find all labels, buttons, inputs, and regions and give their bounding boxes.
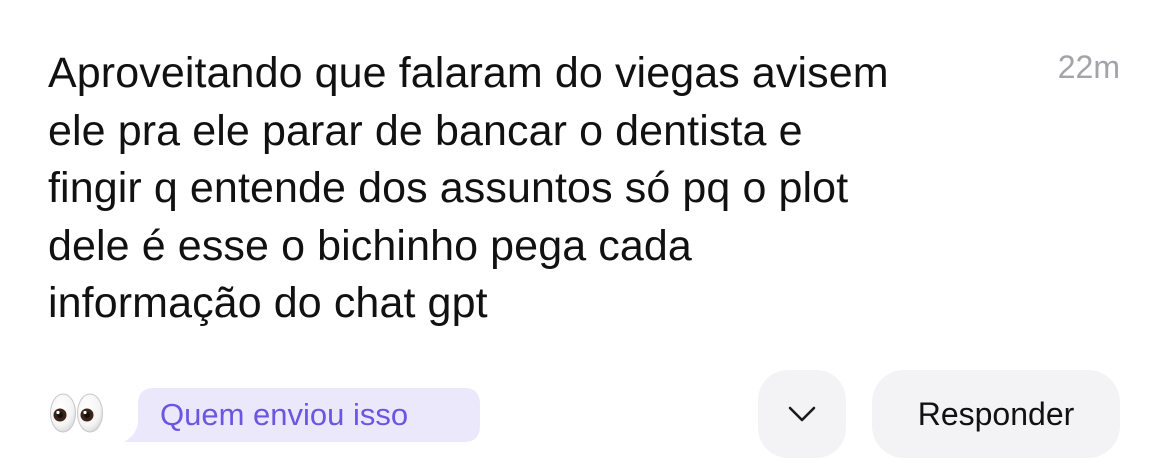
expand-button[interactable] [758,370,846,458]
reply-button[interactable]: Responder [872,370,1120,458]
eyes-emoji-icon [49,391,105,435]
chevron-down-icon [788,406,816,422]
message-text: Aproveitando que falaram do viegas avise… [48,45,998,333]
message-line: ele pra ele parar de bancar o dentista e [48,106,803,155]
message-line: fingir q entende dos assuntos só pq o pl… [48,164,849,212]
sender-tag-label: Quem enviou isso [160,397,409,432]
message-line: Aproveitando que falaram do viegas avise… [48,49,889,97]
message-line: informação do chat gpt [48,279,488,327]
message-timestamp: 22m [1057,49,1120,85]
message-line: dele é esse o bichinho pega cada [48,221,692,270]
reply-button-label: Responder [917,395,1075,432]
